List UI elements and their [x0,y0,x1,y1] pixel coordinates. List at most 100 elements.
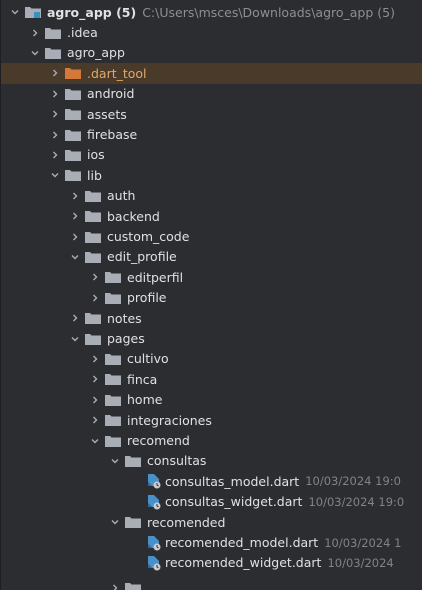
folder-label: editperfil [127,269,184,285]
excluded-folder-icon [65,67,81,80]
chevron-down-icon[interactable] [27,48,43,58]
folder-icon [105,271,121,284]
chevron-right-icon[interactable] [87,354,103,364]
tree-row-backend[interactable]: backend [1,206,422,226]
folder-icon [85,190,101,202]
folder-icon [85,333,101,345]
folder-icon [105,353,121,365]
chevron-right-icon[interactable] [87,415,103,425]
tree-row-consultas-model[interactable]: consultas_model.dart 10/03/2024 19:0 [1,471,422,491]
file-label: recomended_model.dart [165,535,319,551]
tree-row-pages[interactable]: pages [1,328,422,348]
tree-row-cultivo[interactable]: cultivo [1,349,422,369]
tree-row-firebase[interactable]: firebase [1,124,422,144]
chevron-right-icon[interactable] [47,89,63,99]
chevron-right-icon[interactable] [67,313,83,323]
tree-row-android[interactable]: android [1,84,422,104]
chevron-right-icon[interactable] [27,28,43,38]
folder-icon [65,108,81,121]
tree-row-recomend[interactable]: recomend [1,430,422,450]
tree-row-edit-profile[interactable]: edit_profile [1,247,422,267]
folder-icon [65,169,81,182]
file-timestamp: 10/03/2024 [327,555,394,570]
folder-label: ios [87,147,105,163]
chevron-right-icon[interactable] [47,68,63,78]
folder-icon [85,251,101,263]
tree-row-dart-tool[interactable]: .dart_tool [1,63,422,84]
file-label: consultas_widget.dart [165,494,303,510]
folder-label: profile [127,290,167,306]
file-timestamp: 10/03/2024 19:0 [308,494,405,509]
folder-label: recomended [147,514,226,530]
tree-row-home[interactable]: home [1,390,422,410]
folder-icon [125,582,141,590]
tree-row-assets[interactable]: assets [1,104,422,124]
module-folder-icon [25,6,41,19]
tree-row-lib[interactable]: lib [1,165,422,185]
chevron-right-icon[interactable] [47,150,63,160]
folder-icon [65,129,81,141]
folder-label: backend [107,208,160,224]
chevron-down-icon[interactable] [87,436,103,446]
tree-row-recomended-widget[interactable]: recomended_widget.dart 10/03/2024 [1,553,422,573]
tree-row-profile[interactable]: profile [1,288,422,308]
tree-row-custom-code[interactable]: custom_code [1,226,422,246]
chevron-right-icon[interactable] [47,109,63,119]
chevron-down-icon[interactable] [47,170,63,180]
chevron-right-icon[interactable] [67,211,83,221]
tree-row-consultas[interactable]: consultas [1,451,422,471]
project-name: agro_app (5) [47,4,137,20]
tree-row-notes[interactable]: notes [1,308,422,328]
folder-label: pages [107,331,145,347]
tree-row-recomended[interactable]: recomended [1,512,422,532]
tree-row-finca[interactable]: finca [1,369,422,389]
folder-label: agro_app [67,45,125,61]
chevron-down-icon[interactable] [107,456,123,466]
tree-row-integraciones[interactable]: integraciones [1,410,422,430]
folder-label: firebase [87,127,138,143]
dart-file-icon [145,555,161,571]
chevron-down-icon[interactable] [67,252,83,262]
chevron-right-icon[interactable] [87,272,103,282]
chevron-right-icon[interactable] [47,130,63,140]
chevron-down-icon[interactable] [67,334,83,344]
tree-row-ios[interactable]: ios [1,145,422,165]
folder-icon [85,210,101,223]
tree-row-project-root[interactable]: agro_app (5) C:\Users\msces\Downloads\ag… [1,2,422,22]
folder-label: integraciones [127,412,212,428]
tree-row-consultas-widget[interactable]: consultas_widget.dart 10/03/2024 19:0 [1,492,422,512]
tree-row-recomended-model[interactable]: recomended_model.dart 10/03/2024 1 [1,532,422,552]
chevron-right-icon[interactable] [87,374,103,384]
folder-label: finca [127,371,158,387]
folder-label: edit_profile [107,249,177,265]
chevron-right-icon[interactable] [87,293,103,303]
tree-row-idea[interactable]: .idea [1,22,422,42]
tree-row-editperfil[interactable]: editperfil [1,267,422,287]
tree-row-auth[interactable]: auth [1,186,422,206]
folder-label: consultas [147,453,207,469]
folder-label: .idea [67,25,98,41]
dart-file-icon [145,494,161,510]
tree-row-agro-app[interactable]: agro_app [1,43,422,63]
tree-row-partial[interactable] [1,578,422,590]
folder-icon [85,312,101,325]
chevron-right-icon[interactable] [67,191,83,201]
folder-icon [105,394,121,406]
folder-icon [45,47,61,59]
dart-file-icon [145,535,161,551]
folder-label: custom_code [107,229,190,245]
folder-icon [45,27,61,39]
chevron-right-icon[interactable] [87,395,103,405]
chevron-down-icon[interactable] [7,7,23,17]
folder-icon [85,231,101,243]
folder-icon [105,373,121,386]
chevron-right-icon[interactable] [107,583,123,590]
folder-icon [65,149,81,161]
project-path: C:\Users\msces\Downloads\agro_app (5) [142,4,395,20]
chevron-right-icon[interactable] [67,232,83,242]
chevron-down-icon[interactable] [107,517,123,527]
folder-label: home [127,392,163,408]
file-timestamp: 10/03/2024 1 [324,535,402,550]
folder-icon [105,292,121,304]
folder-icon [125,455,141,467]
